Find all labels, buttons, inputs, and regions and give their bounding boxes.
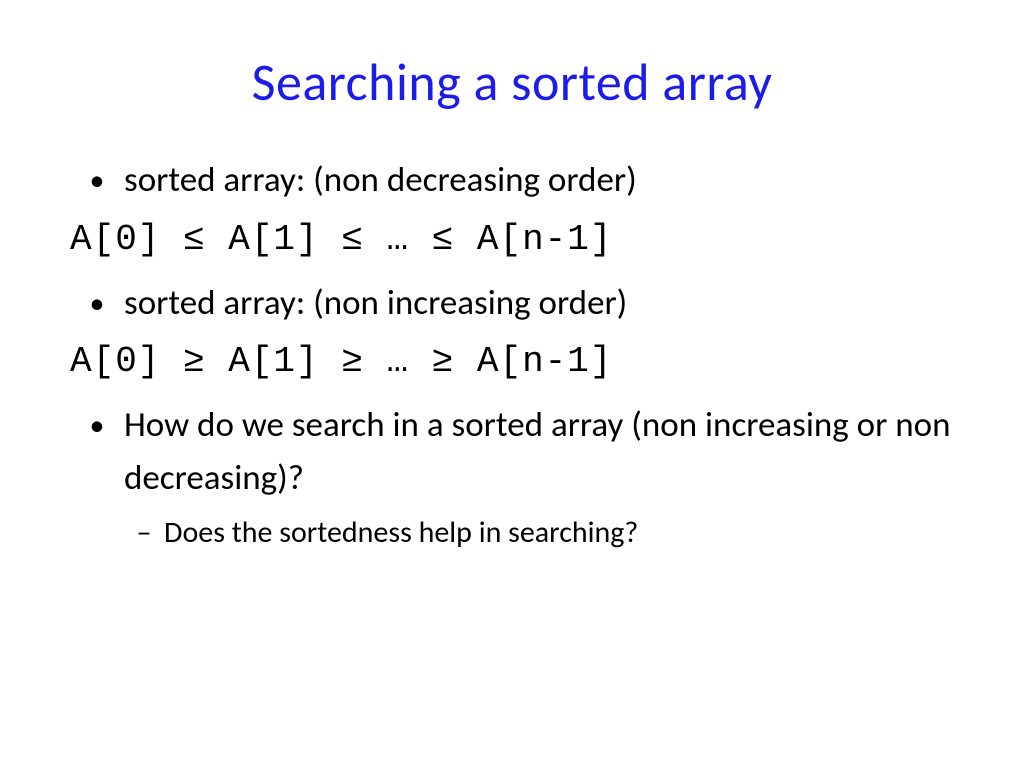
dash-icon: –: [124, 510, 164, 555]
bullet-text: sorted array: (non decreasing order): [124, 154, 954, 207]
sub-bullet-item: – Does the sortedness help in searching?: [70, 510, 954, 555]
bullet-icon: •: [70, 277, 124, 326]
slide-content: • sorted array: (non decreasing order) A…: [70, 154, 954, 555]
code-line: A[0] ≤ A[1] ≤ … ≤ A[n-1]: [70, 213, 954, 267]
bullet-icon: •: [70, 154, 124, 203]
bullet-text: sorted array: (non increasing order): [124, 277, 954, 330]
sub-bullet-text: Does the sortedness help in searching?: [164, 510, 638, 555]
slide-title: Searching a sorted array: [70, 50, 954, 114]
bullet-icon: •: [70, 399, 124, 448]
bullet-item: • sorted array: (non decreasing order): [70, 154, 954, 207]
bullet-text: How do we search in a sorted array (non …: [124, 399, 954, 504]
code-line: A[0] ≥ A[1] ≥ … ≥ A[n-1]: [70, 335, 954, 389]
slide: Searching a sorted array • sorted array:…: [0, 0, 1024, 768]
bullet-item: • sorted array: (non increasing order): [70, 277, 954, 330]
bullet-item: • How do we search in a sorted array (no…: [70, 399, 954, 504]
